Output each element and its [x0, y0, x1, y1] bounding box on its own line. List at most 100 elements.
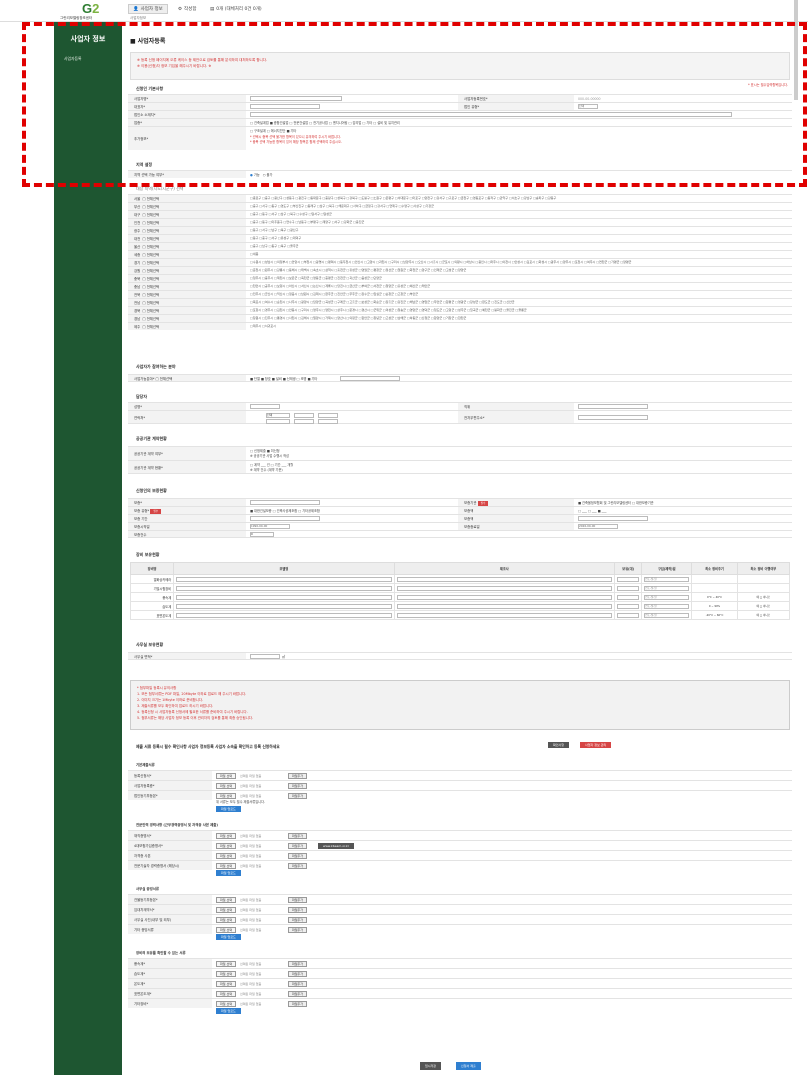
phone-input[interactable] [294, 419, 314, 424]
qty-input[interactable] [617, 612, 640, 618]
model-input[interactable] [176, 594, 392, 600]
add-file-button[interactable]: 파일추가 [288, 991, 308, 997]
file-select-button[interactable]: 파일 선택 [216, 927, 236, 933]
upload-submit-button[interactable]: 파일 업로드 [216, 806, 241, 812]
maker-input[interactable] [396, 612, 613, 618]
region-checkboxes[interactable]: □수원시 □성남시 □의정부시 □안양시 □부천시 □광명시 □평택시 □동두천… [250, 260, 790, 265]
date-input[interactable]: 연도-월-일 [644, 585, 690, 591]
date-input[interactable]: 연도-월-일 [644, 594, 690, 600]
add-file-button[interactable]: 파일추가 [288, 793, 308, 799]
check-cell[interactable]: 예 □ 아니오 [736, 601, 791, 611]
file-select-button[interactable]: 파일 선택 [216, 843, 236, 849]
phone-input[interactable] [294, 413, 314, 418]
check-cell[interactable] [736, 583, 791, 593]
add-file-button[interactable]: 파일추가 [288, 981, 308, 987]
scope-other-input[interactable] [340, 376, 400, 381]
file-select-button[interactable]: 파일 선택 [216, 991, 236, 997]
company-name-input[interactable] [250, 96, 342, 101]
check-cell[interactable] [736, 574, 791, 584]
start-date-input[interactable]: 1990-00-00 [250, 524, 290, 529]
add-file-button[interactable]: 파일추가 [288, 833, 308, 839]
add-file-button[interactable]: 파일추가 [288, 1001, 308, 1007]
region-checkboxes[interactable]: □동구 □서구 □남구 □북구 □광산구 [250, 228, 790, 233]
amount-input[interactable] [578, 516, 648, 521]
region-checkboxes[interactable]: □중구 □남구 □동구 □북구 □울주군 [250, 244, 790, 249]
qty-input[interactable] [617, 603, 640, 609]
maker-input[interactable] [396, 594, 613, 600]
region-checkboxes[interactable]: □세종 [250, 252, 790, 257]
add-file-button[interactable]: 파일추가 [288, 863, 308, 869]
region-checkboxes[interactable]: □전주시 □군산시 □익산시 □정읍시 □남원시 □김제시 □완주군 □진안군 … [250, 292, 790, 297]
region-checkboxes[interactable]: □춘천시 □원주시 □강릉시 □동해시 □태백시 □속초시 □삼척시 □홍천군 … [250, 268, 790, 273]
link-button[interactable]: www.kbeam.or.kr [318, 843, 354, 849]
count-input[interactable]: 0 [250, 532, 274, 537]
region-checkboxes[interactable]: □중구 □서구 □동구 □영도구 □부산진구 □동래구 □남구 □북구 □해운대… [250, 204, 790, 209]
region-checkboxes[interactable]: □중구 □동구 □미추홀구 □연수구 □남동구 □부평구 □계양구 □서구 □강… [250, 220, 790, 225]
region-checkboxes[interactable]: □창원시 □진주시 □통영시 □사천시 □김해시 □밀양시 □거제시 □양산시 … [250, 316, 790, 321]
file-select-button[interactable]: 파일 선택 [216, 1001, 236, 1007]
manage-button[interactable]: 사업자 정보 관리 [580, 742, 612, 748]
phone-select[interactable] [266, 419, 290, 424]
file-select-button[interactable]: 파일 선택 [216, 961, 236, 967]
upload-submit-button[interactable]: 파일 업로드 [216, 934, 241, 940]
maker-input[interactable] [396, 585, 613, 591]
file-select-button[interactable]: 파일 선택 [216, 917, 236, 923]
model-input[interactable] [176, 576, 392, 582]
file-select-button[interactable]: 파일 선택 [216, 853, 236, 859]
file-select-button[interactable]: 파일 선택 [216, 783, 236, 789]
tab-settings[interactable]: ⚙ 작성함 [178, 4, 196, 14]
check-cell[interactable]: 예 □ 아니오 [736, 592, 791, 602]
region-checkboxes[interactable]: □천안시 □공주시 □보령시 □아산시 □서산시 □논산시 □계룡시 □당진시 … [250, 284, 790, 289]
upload-submit-button[interactable]: 파일 업로드 [216, 870, 241, 876]
region-checkboxes[interactable]: □청주시 □충주시 □제천시 □보은군 □옥천군 □영동군 □증평군 □진천군 … [250, 276, 790, 281]
model-input[interactable] [176, 585, 392, 591]
file-select-button[interactable]: 파일 선택 [216, 907, 236, 913]
region-checkboxes[interactable]: □동구 □중구 □서구 □유성구 □대덕구 [250, 236, 790, 241]
qty-input[interactable] [617, 585, 640, 591]
add-file-button[interactable]: 파일추가 [288, 773, 308, 779]
tab-user-info[interactable]: 👤 사업자 정보 [128, 4, 168, 14]
maker-input[interactable] [396, 603, 613, 609]
phone-select[interactable]: 선택 [266, 413, 290, 418]
date-input[interactable]: 연도-월-일 [644, 612, 690, 618]
region-checkboxes[interactable]: □종로구 □중구 □용산구 □성동구 □광진구 □동대문구 □중랑구 □성북구 … [250, 196, 790, 201]
region-checkboxes[interactable]: □목포시 □여수시 □순천시 □나주시 □광양시 □담양군 □곡성군 □구례군 … [250, 300, 790, 305]
phone-input[interactable] [318, 419, 338, 424]
add-file-button[interactable]: 파일추가 [288, 927, 308, 933]
type-select[interactable]: 선택 [578, 104, 598, 109]
add-file-button[interactable]: 파일추가 [288, 897, 308, 903]
position-input[interactable] [578, 404, 648, 409]
period-input[interactable] [250, 516, 320, 521]
ceo-input[interactable] [250, 104, 320, 109]
file-select-button[interactable]: 파일 선택 [216, 833, 236, 839]
date-input[interactable]: 연도-월-일 [644, 603, 690, 609]
file-select-button[interactable]: 파일 선택 [216, 897, 236, 903]
maker-input[interactable] [396, 576, 613, 582]
file-select-button[interactable]: 파일 선택 [216, 981, 236, 987]
file-select-button[interactable]: 파일 선택 [216, 773, 236, 779]
area-radio[interactable]: ● 가능 ○ 불가 [250, 172, 272, 178]
upload-submit-button[interactable]: 파일 업로드 [216, 1008, 241, 1014]
model-input[interactable] [176, 603, 392, 609]
scope-checkboxes[interactable]: ■ 단열 ■ 창호 ■ 설비 ■ 신재생 □ 조명 ■ 기타 [250, 376, 317, 382]
add-file-button[interactable]: 파일추가 [288, 961, 308, 967]
phone-input[interactable] [318, 413, 338, 418]
scrollbar[interactable] [794, 0, 798, 100]
check-cell[interactable]: 예 □ 아니오 [736, 610, 791, 620]
add-file-button[interactable]: 파일추가 [288, 853, 308, 859]
add-file-button[interactable]: 파일추가 [288, 783, 308, 789]
sidebar-item-register[interactable]: 사업자등록 [54, 44, 122, 62]
address-input[interactable] [250, 112, 732, 117]
manager-name-input[interactable] [250, 404, 280, 409]
region-checkboxes[interactable]: □중구 □동구 □서구 □남구 □북구 □수성구 □달서구 □달성군 [250, 212, 790, 217]
file-select-button[interactable]: 파일 선택 [216, 971, 236, 977]
tab-extra[interactable]: ▤ 0개 (대체처리 0건 0개) [210, 4, 262, 14]
qty-input[interactable] [617, 576, 640, 582]
file-select-button[interactable]: 파일 선택 [216, 863, 236, 869]
guarantee-input[interactable] [250, 500, 320, 505]
email-input[interactable] [578, 415, 648, 420]
check-button[interactable]: 확인사항 [548, 742, 570, 748]
date-input[interactable]: 연도-월-일 [644, 576, 690, 582]
add-file-button[interactable]: 파일추가 [288, 917, 308, 923]
region-checkboxes[interactable]: □포항시 □경주시 □김천시 □안동시 □구미시 □영주시 □영천시 □상주시 … [250, 308, 790, 313]
